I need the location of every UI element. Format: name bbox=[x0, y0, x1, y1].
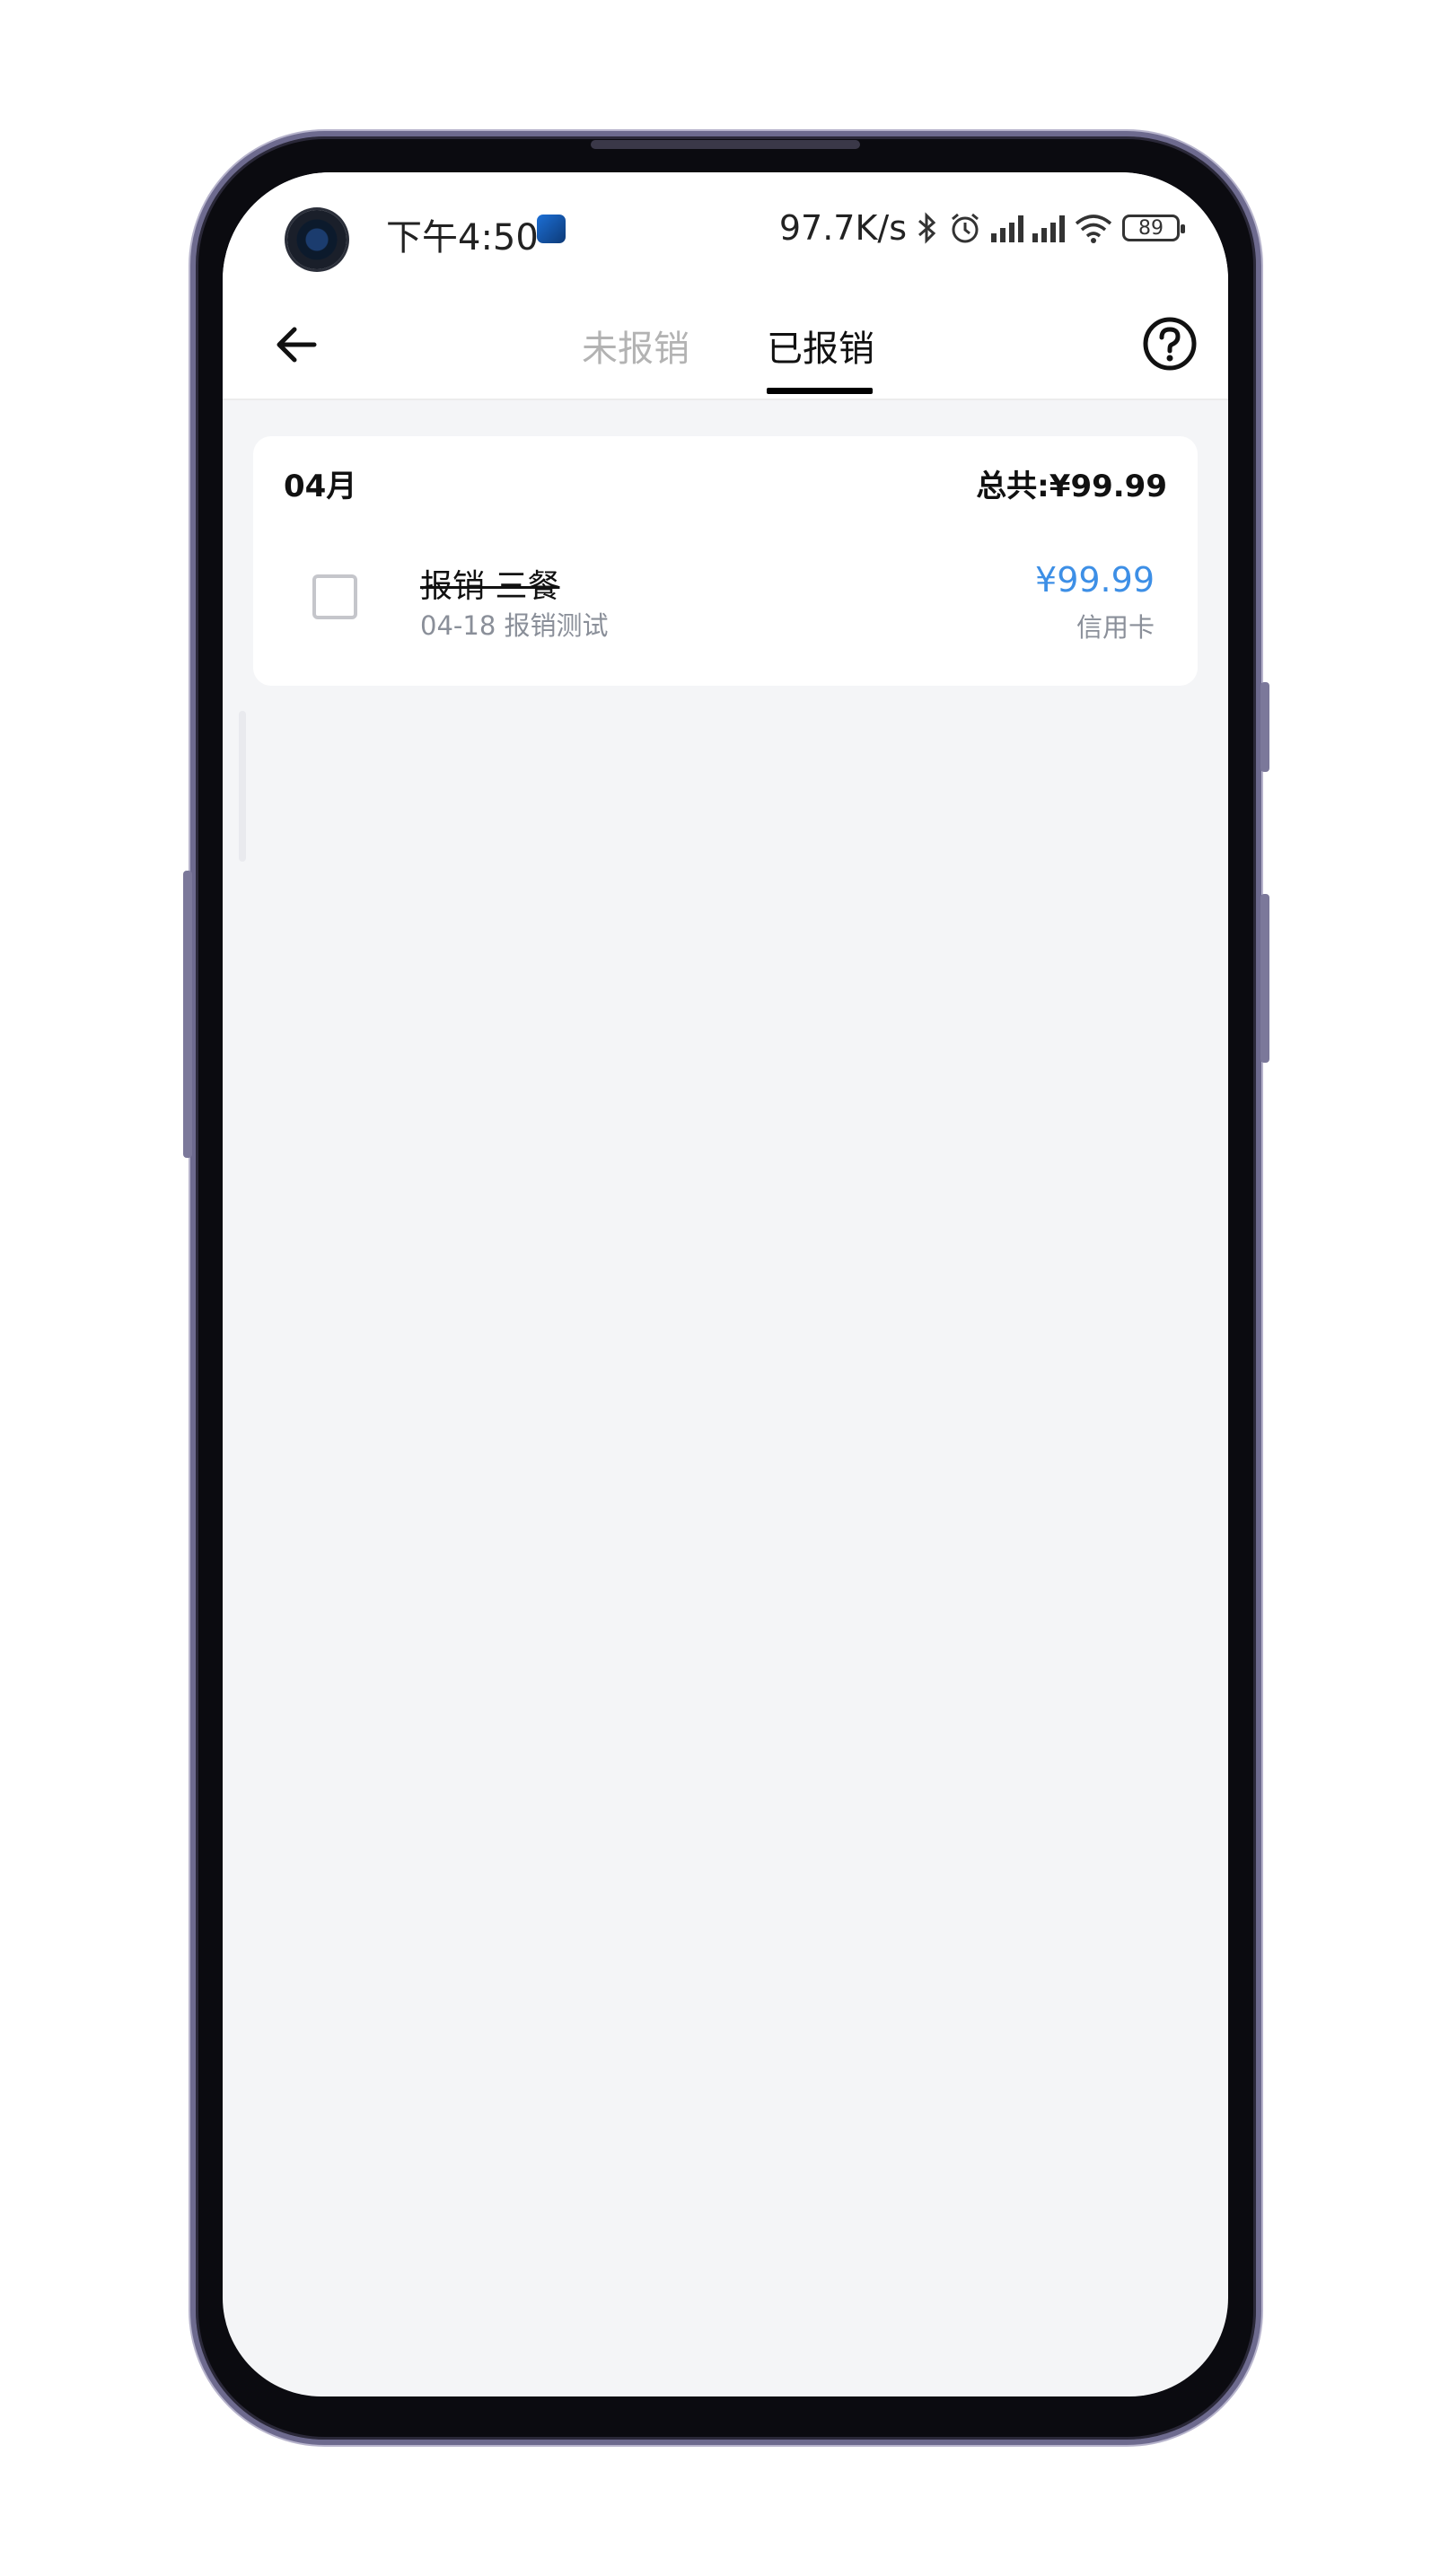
battery-level: 89 bbox=[1138, 216, 1164, 240]
bluetooth-icon bbox=[918, 212, 936, 244]
status-time: 下午4:50 bbox=[386, 217, 539, 258]
alarm-icon bbox=[952, 213, 979, 243]
month-label: 04月 bbox=[284, 469, 357, 504]
wifi-icon bbox=[1075, 215, 1112, 243]
notification-app-icon bbox=[537, 215, 566, 243]
net-speed: 97.7K/s bbox=[778, 208, 907, 248]
month-group-card: 04月 总共:¥99.99 报销 三餐 04-18 报销测试 ¥99.99 信用… bbox=[253, 436, 1198, 686]
signal-icon-sim1 bbox=[991, 214, 1023, 242]
tab-reimbursed[interactable]: 已报销 bbox=[767, 320, 874, 372]
volume-button bbox=[183, 871, 192, 1158]
scroll-indicator bbox=[239, 711, 246, 862]
tab-unreimbursed[interactable]: 未报销 bbox=[582, 320, 689, 372]
status-bar: 下午4:50 97.7K/s 89 bbox=[223, 172, 1228, 289]
active-tab-indicator bbox=[767, 388, 873, 394]
battery-icon: 89 bbox=[1122, 215, 1185, 241]
signal-icon-sim2 bbox=[1032, 214, 1065, 242]
item-subtitle: 04-18 报销测试 bbox=[420, 610, 609, 641]
item-checkbox[interactable] bbox=[312, 574, 357, 619]
top-nav: 未报销 已报销 bbox=[223, 289, 1228, 400]
app-screen: 下午4:50 97.7K/s 89 未报销 已报销 04月 总共:¥99.99 … bbox=[223, 172, 1228, 2396]
item-title: 报销 三餐 bbox=[420, 568, 560, 605]
front-camera bbox=[287, 210, 347, 269]
item-payment-method: 信用卡 bbox=[1076, 612, 1155, 643]
status-icons: 97.7K/s 89 bbox=[778, 208, 1185, 248]
help-icon[interactable] bbox=[1142, 316, 1198, 372]
power-button bbox=[1260, 894, 1269, 1063]
month-total: 总共:¥99.99 bbox=[976, 469, 1167, 504]
earpiece-speaker bbox=[591, 140, 860, 149]
power-button-top bbox=[1260, 682, 1269, 772]
item-amount: ¥99.99 bbox=[1035, 560, 1155, 600]
back-arrow-icon[interactable] bbox=[271, 320, 321, 370]
